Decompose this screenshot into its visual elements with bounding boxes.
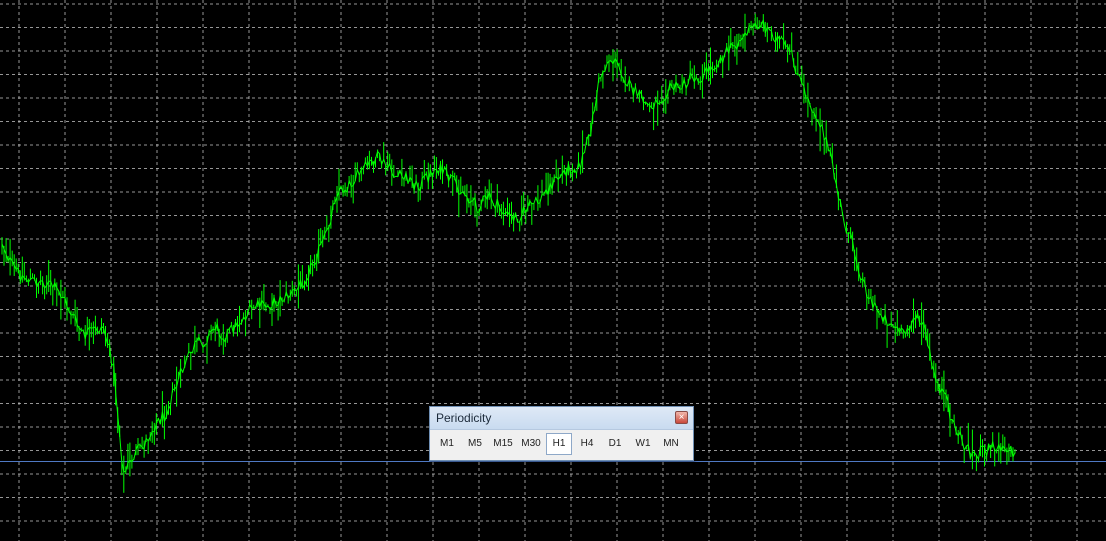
price-line-segment: [533, 197, 537, 204]
price-line-segment: [194, 340, 198, 343]
timeframe-h1-button[interactable]: H1: [546, 433, 572, 455]
toolbar-titlebar[interactable]: Periodicity ×: [430, 407, 693, 430]
price-line-segment: [32, 277, 35, 279]
price-line-segment: [874, 302, 878, 310]
price-line-segment: [172, 388, 175, 391]
price-line-segment: [503, 212, 506, 215]
price-line-segment: [119, 435, 123, 462]
price-line-segment: [791, 50, 795, 64]
price-line-segment: [576, 162, 579, 174]
price-line-segment: [596, 78, 600, 96]
price-line-segment: [253, 307, 256, 309]
price-line-segment: [679, 88, 683, 90]
price-line-segment: [811, 111, 815, 113]
toolbar-title: Periodicity: [436, 411, 492, 425]
price-line-segment: [356, 169, 360, 176]
price-line-segment: [841, 212, 845, 225]
price-line-segment: [450, 175, 453, 177]
price-line-segment: [831, 160, 835, 178]
timeframe-w1-button[interactable]: W1: [630, 433, 656, 455]
price-line-segment: [362, 161, 366, 169]
price-line-segment: [821, 124, 825, 140]
price-line-segment: [967, 444, 971, 459]
timeframe-m30-button[interactable]: M30: [518, 433, 544, 455]
price-line-segment: [846, 232, 849, 234]
price-line-segment: [182, 366, 186, 373]
timeframe-mn-button[interactable]: MN: [658, 433, 684, 455]
price-line-segment: [72, 314, 76, 316]
price-line-segment: [91, 327, 94, 329]
price-line-segment: [70, 314, 74, 316]
price-line-segment: [809, 104, 813, 113]
timeframe-m1-button[interactable]: M1: [434, 433, 460, 455]
timeframe-d1-button[interactable]: D1: [602, 433, 628, 455]
price-line-segment: [515, 213, 519, 223]
price-line-segment: [40, 280, 43, 282]
periodicity-toolbar[interactable]: Periodicity × M1 M5 M15 M30 H1 H4 D1 W1 …: [429, 406, 694, 461]
price-line-segment: [186, 351, 190, 359]
timeframe-m5-button[interactable]: M5: [462, 433, 488, 455]
price-line-segment: [835, 184, 839, 199]
price-line-segment: [517, 221, 520, 223]
price-line-segment: [383, 159, 387, 166]
price-line-segment: [634, 86, 638, 97]
timeframe-m15-button[interactable]: M15: [490, 433, 516, 455]
price-line-segment: [683, 78, 687, 89]
price-line-segment: [281, 300, 285, 302]
price-line-segment: [864, 282, 868, 298]
price-line-segment: [584, 139, 588, 153]
close-icon[interactable]: ×: [675, 411, 688, 424]
price-line-segment: [539, 194, 543, 203]
price-line-segment: [283, 291, 287, 301]
price-line-segment: [123, 470, 126, 473]
timeframe-h4-button[interactable]: H4: [574, 433, 600, 455]
price-line-segment: [724, 46, 728, 55]
price-line-segment: [346, 180, 350, 193]
timeframe-buttons: M1 M5 M15 M30 H1 H4 D1 W1 MN: [434, 433, 686, 457]
price-line-segment: [738, 39, 742, 42]
price-line-segment: [659, 101, 662, 104]
price-line-segment: [170, 389, 173, 406]
